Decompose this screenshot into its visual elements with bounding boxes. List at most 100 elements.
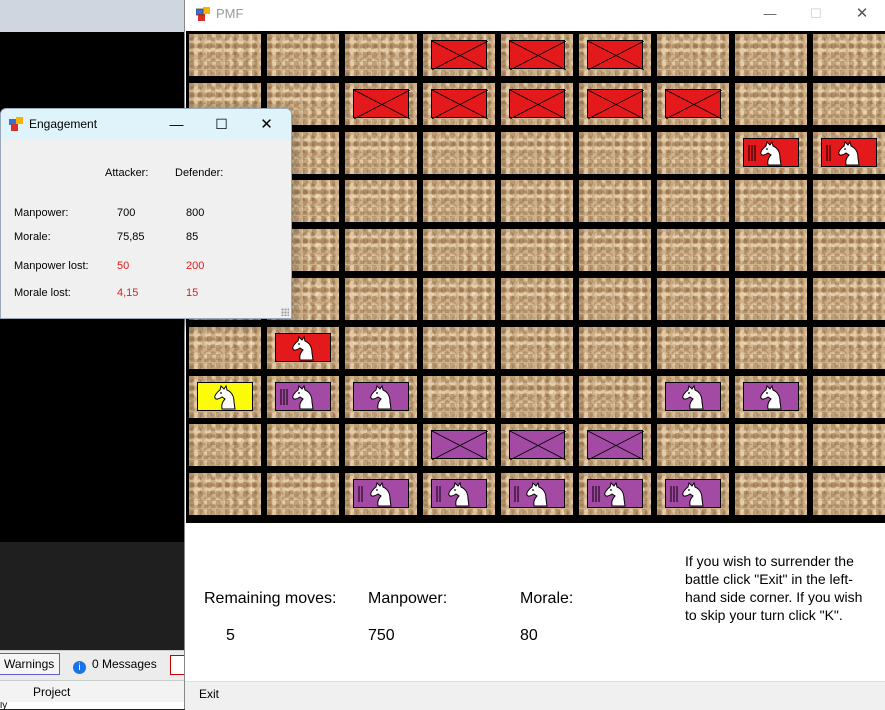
board-cell[interactable]: [579, 424, 651, 467]
board-cell[interactable]: [813, 82, 885, 125]
board-cell[interactable]: [813, 180, 885, 223]
board-cell[interactable]: [189, 326, 261, 369]
board-cell[interactable]: [267, 424, 339, 467]
board-cell[interactable]: [735, 424, 807, 467]
board-cell[interactable]: [423, 180, 495, 223]
board-cell[interactable]: [579, 34, 651, 76]
board-cell[interactable]: [579, 180, 651, 223]
warnings-filter-button[interactable]: Warnings: [0, 653, 61, 675]
board-cell[interactable]: [189, 375, 261, 418]
board-cell[interactable]: [423, 326, 495, 369]
board-cell[interactable]: [735, 375, 807, 418]
board-cell[interactable]: [735, 131, 807, 174]
board-cell[interactable]: [735, 326, 807, 369]
board-cell[interactable]: [345, 180, 417, 223]
red-cavalry-unit[interactable]: [275, 332, 331, 362]
red-cavalry-unit[interactable]: [821, 137, 877, 167]
purple-infantry-unit[interactable]: [509, 430, 566, 461]
board-cell[interactable]: [657, 278, 729, 320]
dialog-close-button[interactable]: ✕: [244, 111, 289, 138]
board-cell[interactable]: [813, 473, 885, 516]
board-cell[interactable]: [423, 229, 495, 272]
board-cell[interactable]: [267, 34, 339, 76]
board-cell[interactable]: [579, 82, 651, 125]
purple-cavalry-unit[interactable]: [509, 479, 565, 509]
board-cell[interactable]: [735, 473, 807, 516]
red-infantry-unit[interactable]: [431, 88, 488, 119]
board-cell[interactable]: [657, 82, 729, 125]
purple-infantry-unit[interactable]: [431, 430, 488, 461]
board-cell[interactable]: [267, 326, 339, 369]
board-cell[interactable]: [657, 375, 729, 418]
maximize-button[interactable]: ☐: [793, 0, 839, 29]
purple-cavalry-unit[interactable]: [275, 381, 331, 411]
board-cell[interactable]: [501, 375, 573, 418]
board-cell[interactable]: [657, 180, 729, 223]
board-cell[interactable]: [345, 278, 417, 320]
board-cell[interactable]: [345, 424, 417, 467]
board-cell[interactable]: [813, 424, 885, 467]
board-cell[interactable]: [735, 180, 807, 223]
board-cell[interactable]: [579, 229, 651, 272]
board-cell[interactable]: [657, 229, 729, 272]
yellow-cavalry-unit[interactable]: [197, 381, 253, 411]
board-cell[interactable]: [189, 473, 261, 516]
purple-cavalry-unit[interactable]: [665, 479, 721, 509]
red-infantry-unit[interactable]: [353, 88, 410, 119]
board-cell[interactable]: [189, 34, 261, 76]
board-cell[interactable]: [813, 278, 885, 320]
board-cell[interactable]: [423, 278, 495, 320]
board-cell[interactable]: [501, 34, 573, 76]
board-cell[interactable]: [501, 424, 573, 467]
purple-cavalry-unit[interactable]: [353, 479, 409, 509]
board-cell[interactable]: [267, 473, 339, 516]
board-cell[interactable]: [501, 278, 573, 320]
board-cell[interactable]: [657, 131, 729, 174]
board-cell[interactable]: [345, 229, 417, 272]
board-cell[interactable]: [501, 82, 573, 125]
board-cell[interactable]: [501, 131, 573, 174]
board-cell[interactable]: [345, 375, 417, 418]
board-cell[interactable]: [735, 34, 807, 76]
board-cell[interactable]: [423, 131, 495, 174]
board-cell[interactable]: [423, 473, 495, 516]
project-column-header[interactable]: Project: [33, 685, 70, 699]
board-cell[interactable]: [813, 131, 885, 174]
board-cell[interactable]: [345, 326, 417, 369]
board-cell[interactable]: [657, 473, 729, 516]
red-infantry-unit[interactable]: [587, 40, 644, 70]
board-cell[interactable]: [579, 473, 651, 516]
board-cell[interactable]: [735, 229, 807, 272]
dialog-maximize-button[interactable]: ☐: [199, 111, 244, 138]
board-cell[interactable]: [345, 34, 417, 76]
red-infantry-unit[interactable]: [587, 88, 644, 119]
resize-grip[interactable]: [281, 308, 289, 316]
board-cell[interactable]: [813, 229, 885, 272]
board-cell[interactable]: [657, 326, 729, 369]
close-button[interactable]: ✕: [839, 0, 885, 29]
board-cell[interactable]: [345, 82, 417, 125]
purple-cavalry-unit[interactable]: [587, 479, 643, 509]
board-cell[interactable]: [813, 375, 885, 418]
board-cell[interactable]: [345, 131, 417, 174]
board-cell[interactable]: [813, 326, 885, 369]
dialog-minimize-button[interactable]: —: [154, 111, 199, 138]
red-infantry-unit[interactable]: [509, 88, 566, 119]
board-cell[interactable]: [501, 326, 573, 369]
board-cell[interactable]: [813, 34, 885, 76]
red-cavalry-unit[interactable]: [743, 137, 799, 167]
exit-menu-item[interactable]: Exit: [199, 687, 219, 701]
board-cell[interactable]: [579, 326, 651, 369]
board-cell[interactable]: [345, 473, 417, 516]
board-cell[interactable]: [735, 82, 807, 125]
purple-cavalry-unit[interactable]: [665, 381, 721, 411]
board-cell[interactable]: [735, 278, 807, 320]
board-cell[interactable]: [501, 473, 573, 516]
board-cell[interactable]: [579, 375, 651, 418]
board-cell[interactable]: [579, 278, 651, 320]
purple-cavalry-unit[interactable]: [431, 479, 487, 509]
board-cell[interactable]: [501, 180, 573, 223]
red-infantry-unit[interactable]: [431, 40, 488, 70]
board-cell[interactable]: [657, 424, 729, 467]
red-infantry-unit[interactable]: [509, 40, 566, 70]
